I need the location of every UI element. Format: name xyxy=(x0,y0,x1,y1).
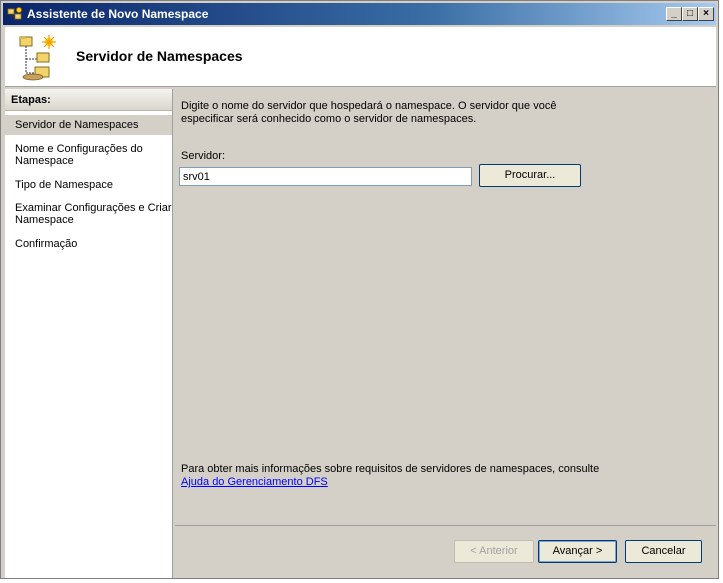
step-confirmacao[interactable]: Confirmação xyxy=(5,238,172,250)
back-button[interactable]: < Anterior xyxy=(454,540,534,563)
dfs-help-link[interactable]: Ajuda do Gerenciamento DFS xyxy=(181,476,328,488)
close-button[interactable]: × xyxy=(698,7,714,21)
namespace-wizard-icon xyxy=(19,35,56,81)
steps-heading: Etapas: xyxy=(5,89,172,111)
maximize-button[interactable]: □ xyxy=(682,7,698,21)
wizard-header: Servidor de Namespaces xyxy=(5,27,716,87)
server-label: Servidor: xyxy=(181,150,226,162)
step-servidor-de-namespaces[interactable]: Servidor de Namespaces xyxy=(5,115,172,135)
server-input[interactable] xyxy=(179,167,472,186)
step-examinar-configuracoes[interactable]: Examinar Configurações e Criar Namespace xyxy=(5,202,172,226)
wizard-window: Assistente de Novo Namespace _ □ × Servi… xyxy=(0,0,719,579)
title-bar[interactable]: Assistente de Novo Namespace _ □ × xyxy=(3,3,716,25)
browse-button[interactable]: Procurar... xyxy=(479,164,581,187)
help-info-text: Para obter mais informações sobre requis… xyxy=(181,463,600,475)
next-button[interactable]: Avançar > xyxy=(538,540,617,563)
help-info: Para obter mais informações sobre requis… xyxy=(181,463,601,489)
minimize-button[interactable]: _ xyxy=(666,7,682,21)
page-title: Servidor de Namespaces xyxy=(76,48,243,64)
step-tipo-de-namespace[interactable]: Tipo de Namespace xyxy=(5,179,172,191)
namespace-app-icon xyxy=(7,7,22,20)
cancel-button[interactable]: Cancelar xyxy=(625,540,702,563)
instructions-text: Digite o nome do servidor que hospedará … xyxy=(181,100,557,125)
button-bar: < Anterior Avançar > Cancelar xyxy=(175,525,716,578)
step-nome-e-configuracoes[interactable]: Nome e Configurações do Namespace xyxy=(5,143,172,167)
window-title: Assistente de Novo Namespace xyxy=(27,7,209,21)
main-content: Digite o nome do servidor que hospedará … xyxy=(175,89,716,524)
steps-panel: Etapas: Servidor de Namespaces Nome e Co… xyxy=(5,89,173,578)
